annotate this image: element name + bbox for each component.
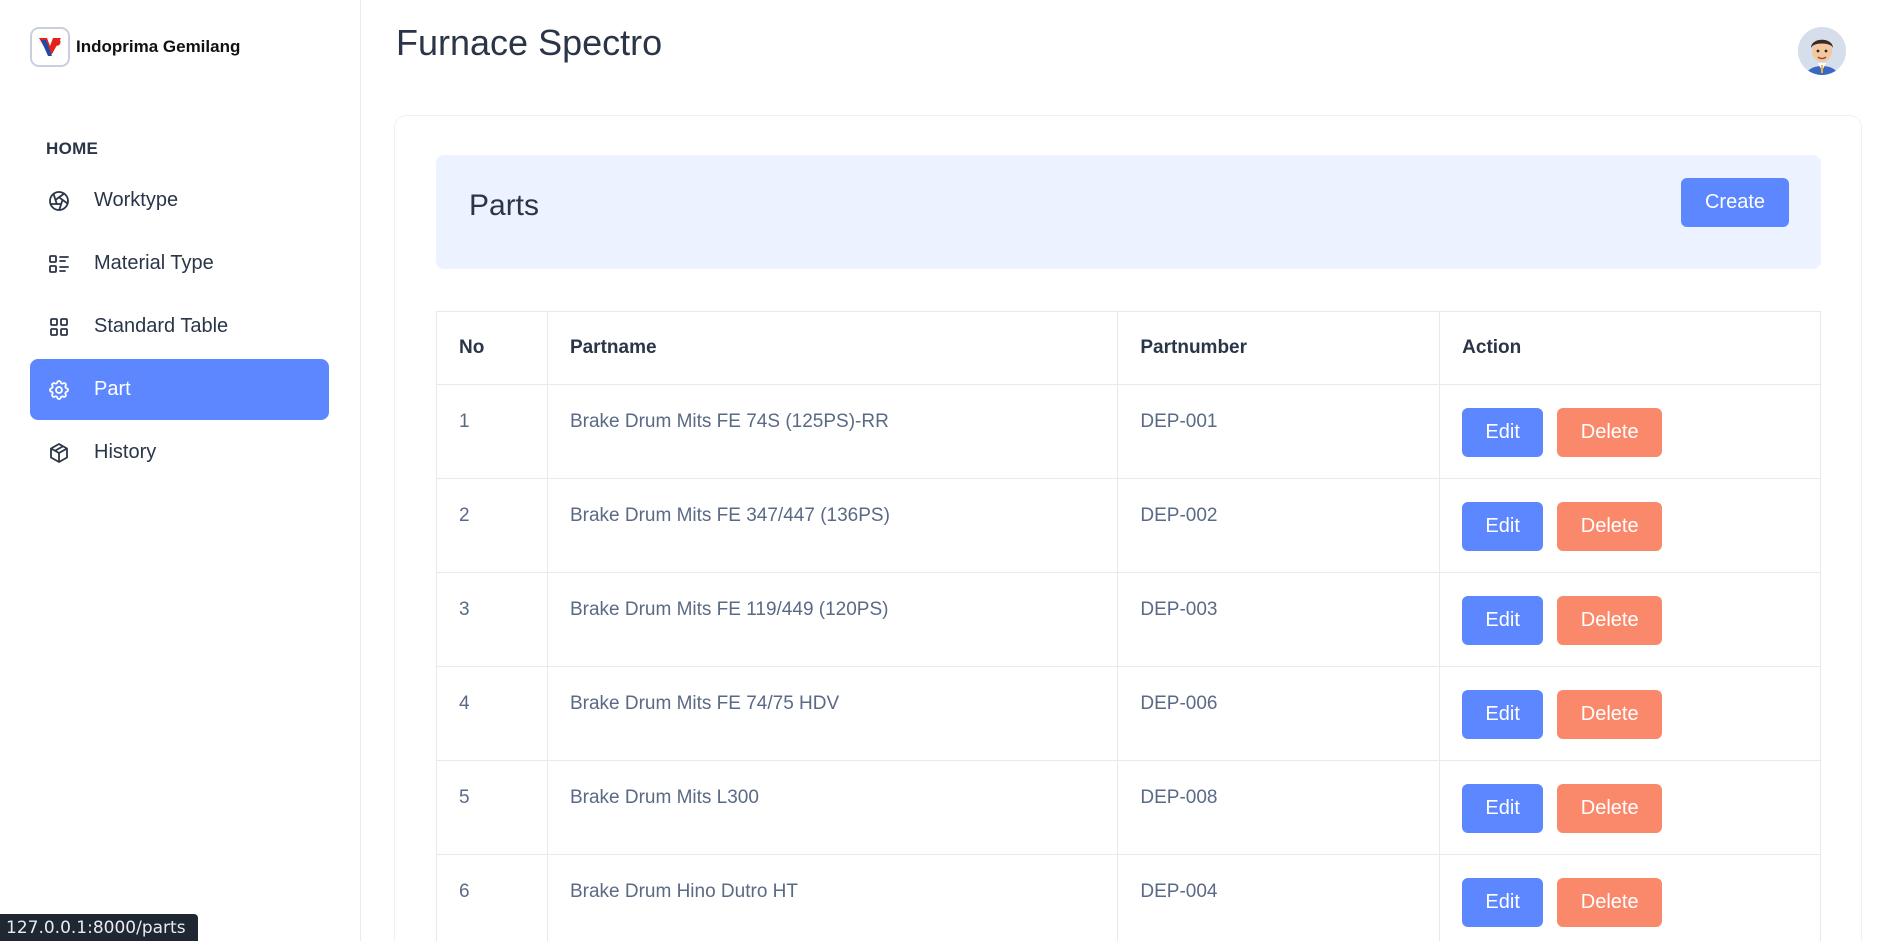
delete-button[interactable]: Delete bbox=[1557, 878, 1663, 927]
nav-section-label: HOME bbox=[46, 139, 99, 158]
cell-actions: Edit Delete bbox=[1439, 760, 1821, 855]
sidebar-nav: Worktype Material Type Standard Table Pa… bbox=[30, 170, 329, 485]
indoprima-logo-icon bbox=[30, 27, 70, 67]
sidebar-item-standard-table[interactable]: Standard Table bbox=[30, 296, 329, 357]
row-actions: Edit Delete bbox=[1462, 408, 1798, 457]
edit-button[interactable]: Edit bbox=[1462, 502, 1544, 551]
cell-no: 6 bbox=[436, 854, 548, 941]
create-button[interactable]: Create bbox=[1681, 178, 1789, 227]
sidebar-item-label: Material Type bbox=[94, 252, 214, 274]
sidebar-item-label: History bbox=[94, 441, 157, 463]
cell-partname: Brake Drum Hino Dutro HT bbox=[546, 854, 1119, 941]
cell-partnumber: DEP-001 bbox=[1117, 384, 1441, 479]
table-row: 5 Brake Drum Mits L300 DEP-008 Edit Dele… bbox=[436, 760, 1821, 855]
cell-partnumber: DEP-003 bbox=[1117, 572, 1441, 667]
cell-partname: Brake Drum Mits FE 347/447 (136PS) bbox=[546, 478, 1119, 573]
row-actions: Edit Delete bbox=[1462, 690, 1798, 739]
cell-no: 2 bbox=[436, 478, 548, 573]
column-header-action: Action bbox=[1439, 311, 1821, 385]
sidebar-item-label: Standard Table bbox=[94, 315, 229, 337]
delete-button[interactable]: Delete bbox=[1557, 690, 1663, 739]
delete-button[interactable]: Delete bbox=[1557, 502, 1663, 551]
cell-partname: Brake Drum Mits FE 74/75 HDV bbox=[546, 666, 1119, 761]
brand[interactable]: Indoprima Gemilang bbox=[30, 27, 240, 67]
cell-partnumber: DEP-002 bbox=[1117, 478, 1441, 573]
delete-button[interactable]: Delete bbox=[1557, 596, 1663, 645]
aperture-icon bbox=[46, 188, 72, 214]
cell-partnumber: DEP-006 bbox=[1117, 666, 1441, 761]
card-header: Parts Create bbox=[436, 155, 1821, 269]
column-header-no[interactable]: No bbox=[436, 311, 548, 385]
cell-no: 4 bbox=[436, 666, 548, 761]
table-header-row: No Partname Partnumber Action bbox=[436, 311, 1821, 385]
cell-actions: Edit Delete bbox=[1439, 666, 1821, 761]
edit-button[interactable]: Edit bbox=[1462, 690, 1544, 739]
column-header-partnumber[interactable]: Partnumber bbox=[1117, 311, 1441, 385]
row-actions: Edit Delete bbox=[1462, 596, 1798, 645]
brand-name: Indoprima Gemilang bbox=[76, 37, 241, 56]
cell-partname: Brake Drum Mits FE 119/449 (120PS) bbox=[546, 572, 1119, 667]
column-header-partname[interactable]: Partname bbox=[546, 311, 1119, 385]
parts-card: Parts Create No Partname Partnumber Acti… bbox=[394, 115, 1862, 941]
table-row: 1 Brake Drum Mits FE 74S (125PS)-RR DEP-… bbox=[436, 384, 1821, 479]
box-icon bbox=[46, 440, 72, 466]
edit-button[interactable]: Edit bbox=[1462, 596, 1544, 645]
cell-partname: Brake Drum Mits L300 bbox=[546, 760, 1119, 855]
sidebar: Indoprima Gemilang HOME Worktype Materia… bbox=[0, 0, 361, 941]
sidebar-item-label: Part bbox=[94, 378, 131, 400]
cell-no: 3 bbox=[436, 572, 548, 667]
table-row: 2 Brake Drum Mits FE 347/447 (136PS) DEP… bbox=[436, 478, 1821, 573]
sidebar-item-label: Worktype bbox=[94, 189, 179, 211]
sidebar-item-worktype[interactable]: Worktype bbox=[30, 170, 329, 231]
sidebar-item-material-type[interactable]: Material Type bbox=[30, 233, 329, 294]
settings-icon bbox=[46, 377, 72, 403]
row-actions: Edit Delete bbox=[1462, 502, 1798, 551]
cell-actions: Edit Delete bbox=[1439, 572, 1821, 667]
link-status-bar: 127.0.0.1:8000/parts bbox=[0, 914, 198, 941]
table-row: 3 Brake Drum Mits FE 119/449 (120PS) DEP… bbox=[436, 572, 1821, 667]
cell-partnumber: DEP-004 bbox=[1117, 854, 1441, 941]
cell-actions: Edit Delete bbox=[1439, 384, 1821, 479]
cell-actions: Edit Delete bbox=[1439, 854, 1821, 941]
cell-partname: Brake Drum Mits FE 74S (125PS)-RR bbox=[546, 384, 1119, 479]
edit-button[interactable]: Edit bbox=[1462, 784, 1544, 833]
cell-partnumber: DEP-008 bbox=[1117, 760, 1441, 855]
card-title: Parts bbox=[469, 189, 540, 222]
delete-button[interactable]: Delete bbox=[1557, 784, 1663, 833]
cell-no: 1 bbox=[436, 384, 548, 479]
delete-button[interactable]: Delete bbox=[1557, 408, 1663, 457]
row-actions: Edit Delete bbox=[1462, 784, 1798, 833]
table-row: 6 Brake Drum Hino Dutro HT DEP-004 Edit … bbox=[436, 854, 1821, 941]
layout-grid-icon bbox=[46, 314, 72, 340]
page-title: Furnace Spectro bbox=[396, 22, 663, 63]
cell-no: 5 bbox=[436, 760, 548, 855]
list-details-icon bbox=[46, 251, 72, 277]
sidebar-item-history[interactable]: History bbox=[30, 422, 329, 483]
edit-button[interactable]: Edit bbox=[1462, 878, 1544, 927]
edit-button[interactable]: Edit bbox=[1462, 408, 1544, 457]
sidebar-item-part[interactable]: Part bbox=[30, 359, 329, 420]
table-row: 4 Brake Drum Mits FE 74/75 HDV DEP-006 E… bbox=[436, 666, 1821, 761]
parts-table: No Partname Partnumber Action 1 Brake Dr… bbox=[436, 311, 1821, 941]
cell-actions: Edit Delete bbox=[1439, 478, 1821, 573]
app-root: Indoprima Gemilang HOME Worktype Materia… bbox=[0, 0, 1892, 941]
user-avatar[interactable] bbox=[1798, 27, 1846, 75]
row-actions: Edit Delete bbox=[1462, 878, 1798, 927]
